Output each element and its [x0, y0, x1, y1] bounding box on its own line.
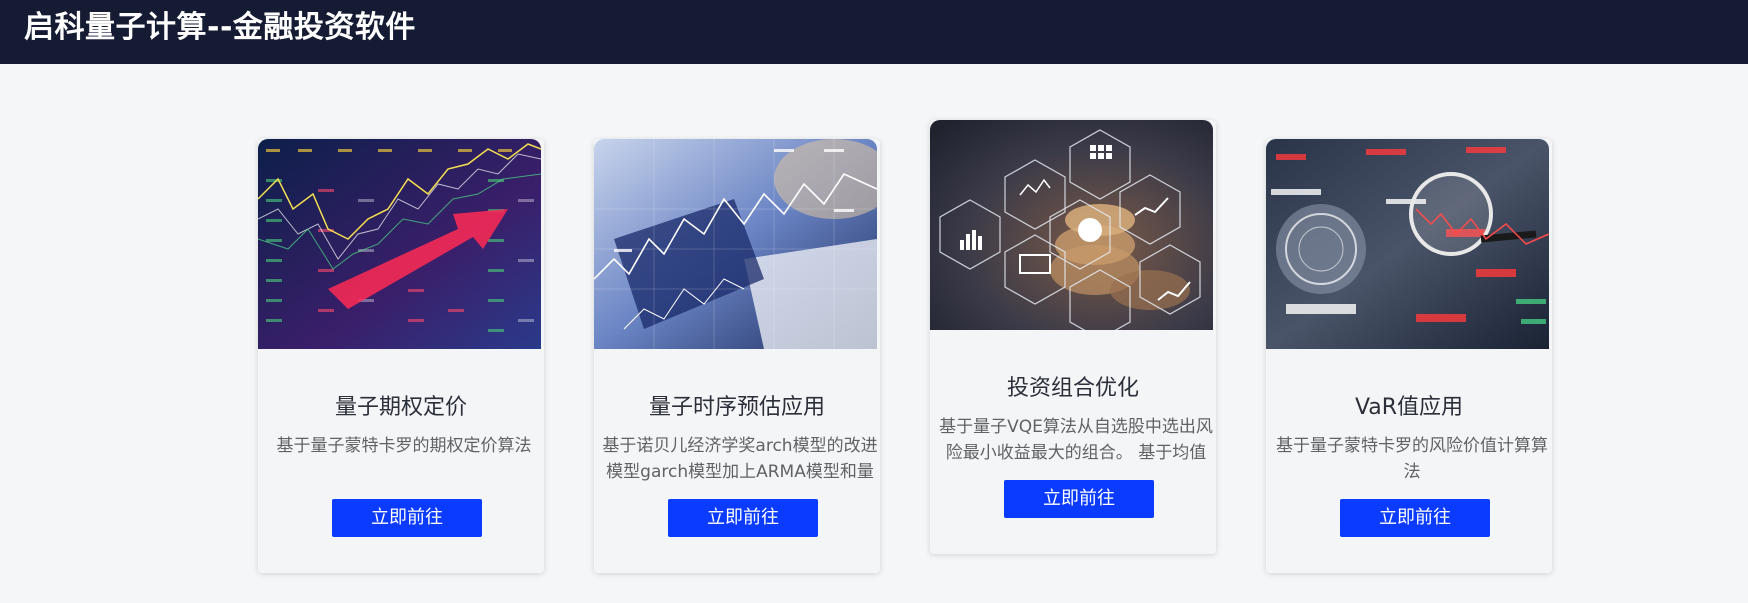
card-title: VaR值应用: [1354, 395, 1464, 420]
card-description: 基于量子蒙特卡罗的风险价值计算算法: [1276, 436, 1548, 482]
card-description: 基于量子VQE算法从自选股中选出风险最小收益最大的组合。 基于均值方: [939, 417, 1213, 463]
financial-analysis-laptop-image: [594, 139, 877, 349]
card-description: 基于诺贝儿经济学奖arch模型的改进模型garch模型加上ARMA模型和量: [602, 436, 878, 482]
card-var: VaR值应用 基于量子蒙特卡罗的风险价值计算算法 立即前往: [1266, 139, 1552, 573]
go-now-button[interactable]: 立即前往: [1340, 499, 1490, 537]
investment-portfolio-hexagon-image: [930, 120, 1213, 330]
card-option-pricing: 量子期权定价 基于量子蒙特卡罗的期权定价算法 立即前往: [258, 139, 544, 573]
card-title: 量子期权定价: [334, 395, 467, 420]
go-now-button[interactable]: 立即前往: [668, 499, 818, 537]
card-portfolio-optimization: 投资组合优化 基于量子VQE算法从自选股中选出风险最小收益最大的组合。 基于均值…: [930, 120, 1216, 554]
top-header: 启科量子计算--金融投资软件: [0, 0, 1748, 64]
go-now-button[interactable]: 立即前往: [1004, 480, 1154, 518]
card-time-series: 量子时序预估应用 基于诺贝儿经济学奖arch模型的改进模型garch模型加上AR…: [594, 139, 880, 573]
card-title: 量子时序预估应用: [648, 395, 825, 420]
card-title: 投资组合优化: [1006, 376, 1139, 401]
magnifier-market-data-image: [1266, 139, 1549, 349]
card-description: 基于量子蒙特卡罗的期权定价算法: [276, 436, 532, 456]
go-now-button[interactable]: 立即前往: [332, 499, 482, 537]
stock-market-chart-image: [258, 139, 541, 349]
app-title: 启科量子计算--金融投资软件: [24, 10, 416, 45]
